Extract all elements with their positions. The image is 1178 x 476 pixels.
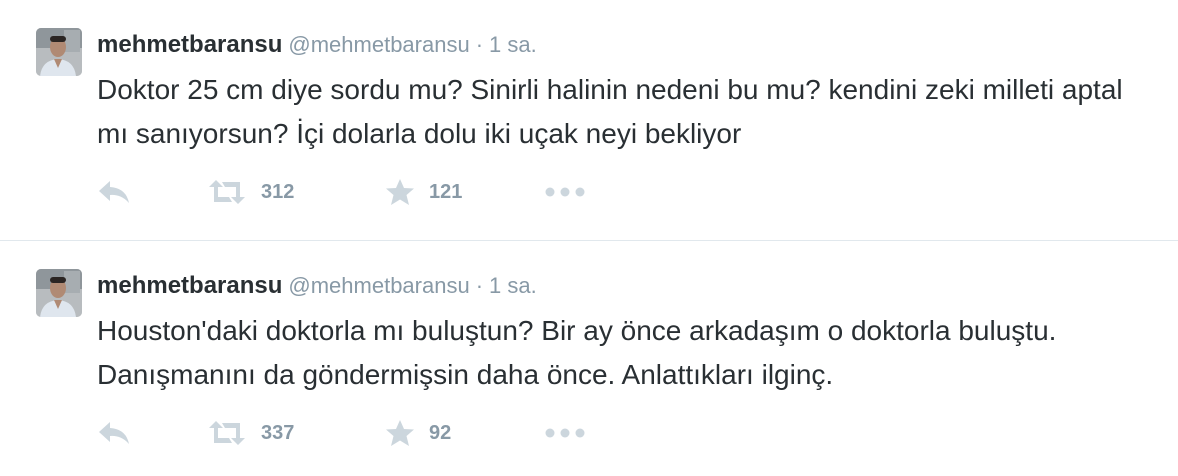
user-handle[interactable]: @mehmetbaransu [288,32,469,57]
avatar[interactable] [36,269,82,317]
star-icon [385,419,415,447]
retweet-count: 337 [261,421,295,444]
favorite-count: 92 [429,421,452,444]
favorite-button[interactable]: 92 [385,413,451,453]
retweet-button[interactable]: 312 [207,172,294,212]
separator-dot: · [475,32,484,57]
more-button[interactable] [545,172,585,212]
reply-button[interactable] [97,413,131,453]
retweet-count: 312 [261,180,295,203]
tweet-actions: 337 92 [97,413,617,453]
tweet-timestamp[interactable]: 1 sa. [489,273,537,298]
tweet-feed: mehmetbaransu @mehmetbaransu · 1 sa. Doktor… [0,0,1178,476]
more-dots-icon [545,187,585,197]
favorite-button[interactable]: 121 [385,172,462,212]
tweet-actions: 312 121 [97,172,617,212]
user-handle[interactable]: @mehmetbaransu [288,273,469,298]
avatar[interactable] [36,28,82,76]
tweet[interactable]: mehmetbaransu @mehmetbaransu · 1 sa. Housto… [0,241,1178,476]
retweet-button[interactable]: 337 [207,413,294,453]
reply-icon [97,420,131,446]
user-name[interactable]: mehmetbaransu [97,31,282,58]
tweet-header: mehmetbaransu @mehmetbaransu · 1 sa. [97,271,537,301]
more-button[interactable] [545,413,585,453]
tweet-text: Houston'daki doktorla mı buluştun? Bir a… [97,315,1057,390]
favorite-count: 121 [429,180,463,203]
user-name[interactable]: mehmetbaransu [97,272,282,299]
retweet-icon [207,179,247,205]
separator-dot: · [475,273,484,298]
more-dots-icon [545,428,585,438]
star-icon [385,178,415,206]
reply-icon [97,179,131,205]
reply-button[interactable] [97,172,131,212]
tweet-timestamp[interactable]: 1 sa. [489,32,537,57]
tweet-header: mehmetbaransu @mehmetbaransu · 1 sa. [97,30,537,60]
tweet-text: Doktor 25 cm diye sordu mu? Sinirli hali… [97,74,1123,149]
tweet[interactable]: mehmetbaransu @mehmetbaransu · 1 sa. Doktor… [0,0,1178,240]
retweet-icon [207,420,247,446]
